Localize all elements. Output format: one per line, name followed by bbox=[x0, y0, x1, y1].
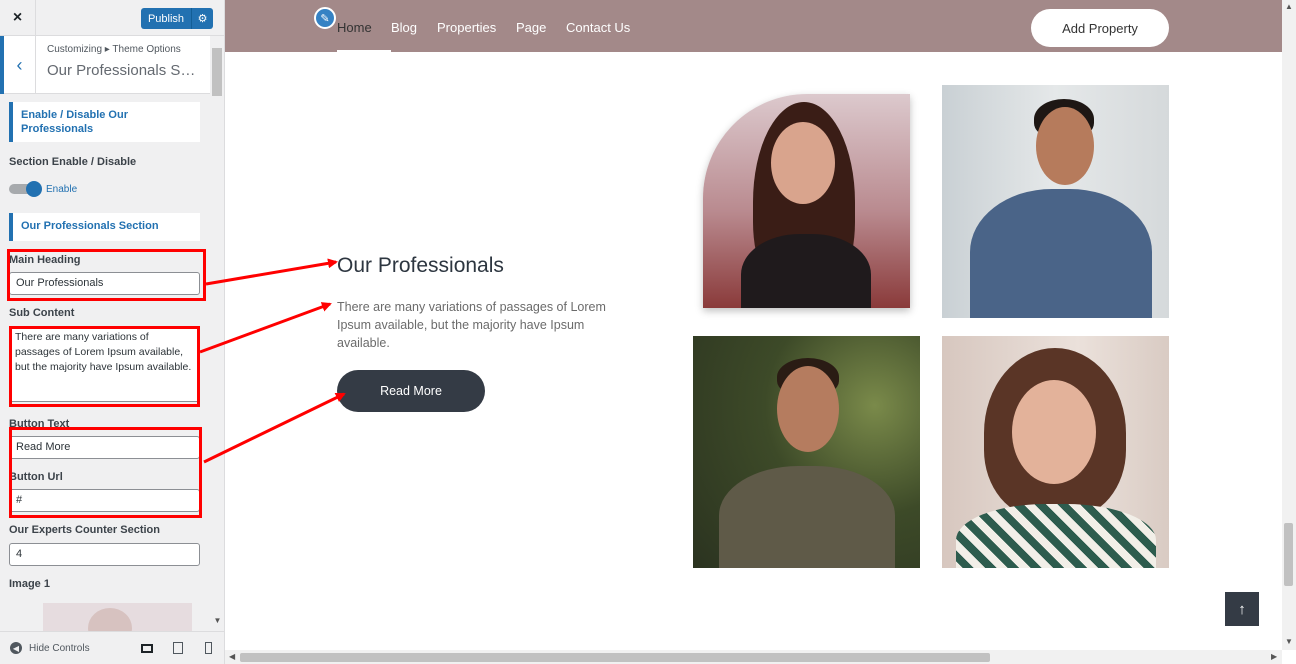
close-icon[interactable]: × bbox=[0, 0, 36, 36]
customizer-footer: ◀ Hide Controls bbox=[0, 631, 224, 664]
customizer-sidebar: × Publish ⚙ ‹ Customizing ▸ Theme Option… bbox=[0, 0, 225, 664]
section-enable-label: Section Enable / Disable bbox=[9, 156, 137, 168]
nav-link-page[interactable]: Page bbox=[516, 20, 546, 35]
section-enable-toggle[interactable] bbox=[9, 181, 42, 197]
scroll-down-icon[interactable]: ▼ bbox=[211, 616, 224, 628]
button-text-input[interactable]: Read More bbox=[9, 436, 200, 459]
add-property-button[interactable]: Add Property bbox=[1031, 9, 1169, 47]
publish-button[interactable]: Publish bbox=[141, 8, 191, 29]
toggle-knob bbox=[26, 181, 42, 197]
button-url-input[interactable]: # bbox=[9, 489, 200, 512]
professionals-heading: Our Professionals bbox=[337, 254, 504, 277]
professionals-section-heading: Our Professionals Section bbox=[9, 213, 200, 241]
tablet-preview-icon[interactable] bbox=[170, 641, 186, 655]
nav-link-properties[interactable]: Properties bbox=[437, 20, 496, 35]
professional-photo-2 bbox=[942, 85, 1169, 318]
professional-photo-1 bbox=[703, 94, 910, 308]
counter-input[interactable]: 4 bbox=[9, 543, 200, 566]
sidebar-scroll-thumb[interactable] bbox=[212, 48, 222, 96]
button-text-label: Button Text bbox=[9, 418, 70, 430]
image-preview-face bbox=[88, 608, 132, 631]
image-1-preview[interactable] bbox=[43, 603, 192, 631]
scroll-to-top-button[interactable]: ↑ bbox=[1225, 592, 1259, 626]
hide-controls-label: Hide Controls bbox=[29, 642, 90, 654]
site-navbar: ✎ Home Blog Properties Page Contact Us A… bbox=[225, 0, 1282, 52]
main-heading-input[interactable]: Our Professionals bbox=[9, 272, 200, 295]
nav-active-underline bbox=[337, 50, 391, 52]
enable-disable-heading: Enable / Disable Our Professionals bbox=[9, 102, 200, 142]
desktop-preview-icon[interactable] bbox=[139, 641, 155, 655]
preview-horizontal-scroll-thumb[interactable] bbox=[240, 653, 990, 662]
section-title: Our Professionals Set... bbox=[47, 62, 202, 79]
sidebar-scrollbar[interactable] bbox=[211, 36, 224, 631]
scroll-right-arrow-icon[interactable]: ▶ bbox=[1271, 652, 1277, 661]
hide-controls-button[interactable]: ◀ Hide Controls bbox=[10, 642, 90, 654]
professional-photo-3 bbox=[693, 336, 920, 568]
professional-photo-4 bbox=[942, 336, 1169, 568]
scroll-up-arrow-icon[interactable]: ▲ bbox=[1285, 2, 1293, 11]
button-url-label: Button Url bbox=[9, 471, 63, 483]
sub-content-label: Sub Content bbox=[9, 307, 75, 319]
nav-link-contact-us[interactable]: Contact Us bbox=[566, 20, 630, 35]
hide-controls-icon: ◀ bbox=[10, 642, 22, 654]
edit-shortcut-pencil-icon[interactable]: ✎ bbox=[314, 7, 336, 29]
counter-section-label: Our Experts Counter Section bbox=[9, 524, 160, 536]
scroll-left-arrow-icon[interactable]: ◀ bbox=[229, 652, 235, 661]
back-icon[interactable]: ‹ bbox=[0, 36, 36, 94]
scroll-down-arrow-icon[interactable]: ▼ bbox=[1285, 637, 1293, 646]
customizer-header: × Publish ⚙ bbox=[0, 0, 224, 36]
toggle-state-label: Enable bbox=[46, 184, 78, 195]
professionals-subtext: There are many variations of passages of… bbox=[337, 300, 606, 350]
preview-vertical-scroll-thumb[interactable] bbox=[1284, 523, 1293, 586]
mobile-preview-icon[interactable] bbox=[200, 641, 216, 655]
breadcrumb: Customizing ▸ Theme Options bbox=[47, 44, 181, 55]
sub-content-textarea[interactable]: There are many variations of passages of… bbox=[9, 326, 200, 402]
image-1-label: Image 1 bbox=[9, 578, 50, 590]
site-preview: ✎ Home Blog Properties Page Contact Us A… bbox=[225, 0, 1296, 664]
main-heading-label: Main Heading bbox=[9, 254, 81, 266]
section-header: ‹ Customizing ▸ Theme Options Our Profes… bbox=[0, 36, 210, 94]
nav-link-blog[interactable]: Blog bbox=[391, 20, 417, 35]
nav-link-home[interactable]: Home bbox=[337, 20, 372, 35]
read-more-button[interactable]: Read More bbox=[337, 370, 485, 412]
gear-icon[interactable]: ⚙ bbox=[191, 8, 213, 29]
